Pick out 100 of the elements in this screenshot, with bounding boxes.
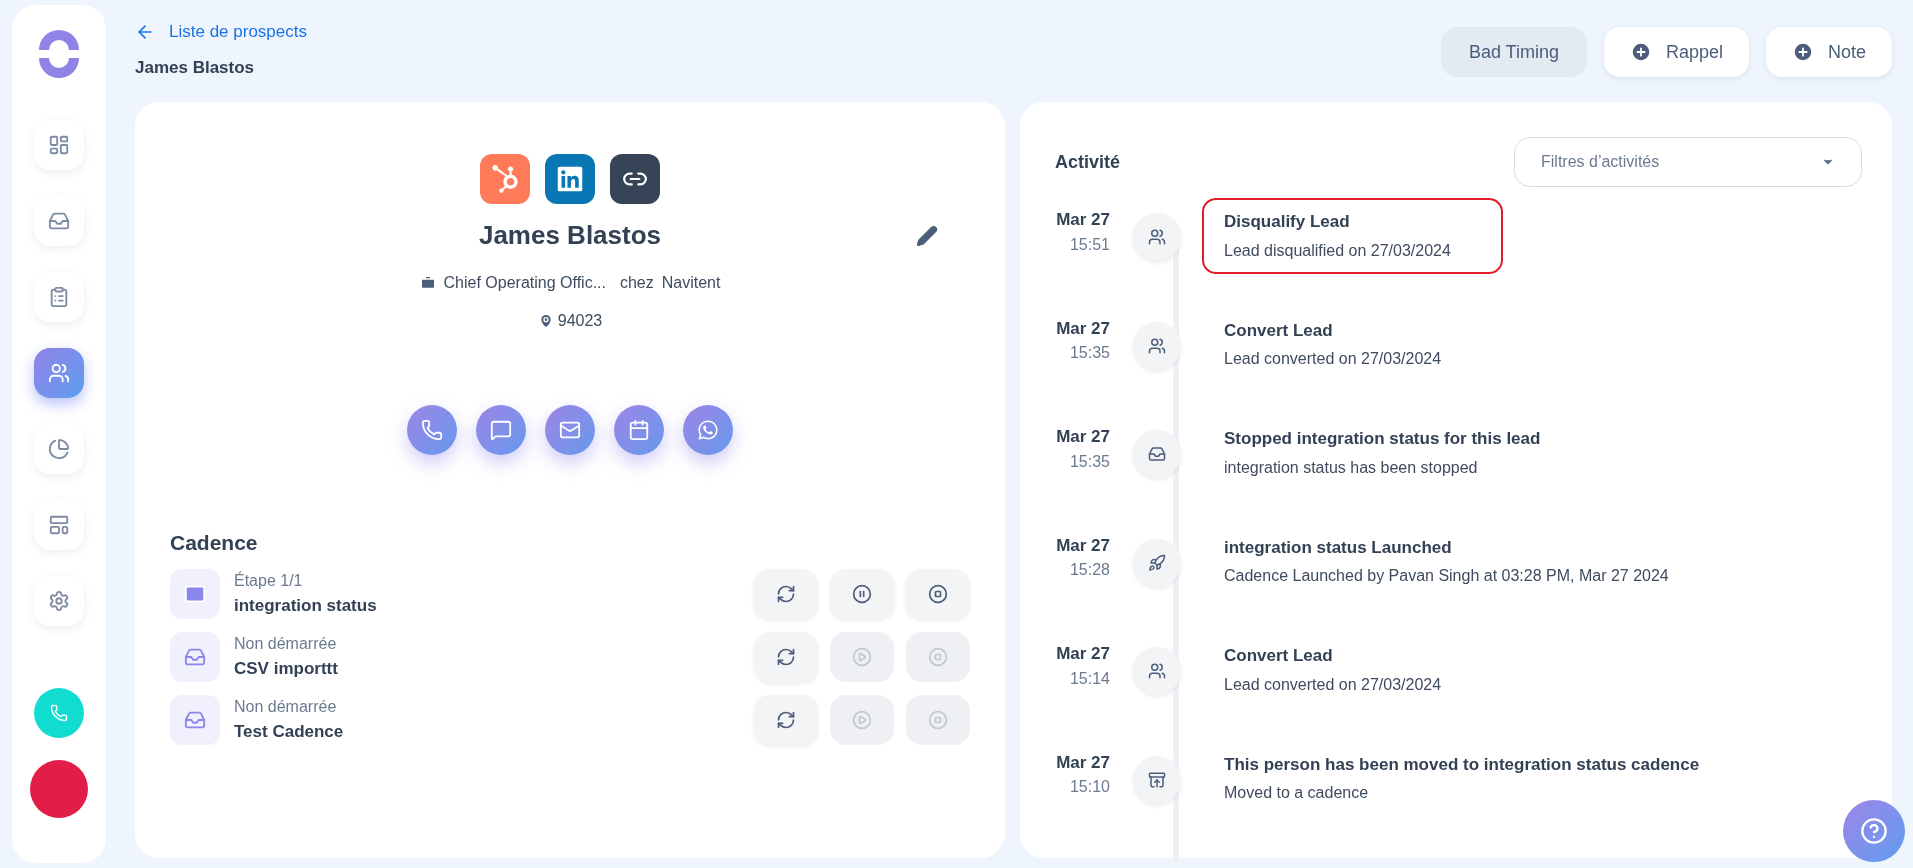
company-name: Navitent — [661, 273, 721, 293]
activity-title: This person has been moved to integration status cadence — [1224, 753, 1700, 776]
sidebar-item[interactable] — [34, 424, 84, 474]
edit-icon — [916, 224, 938, 247]
activity-title: integration status Launched — [1224, 536, 1453, 559]
stop-icon — [928, 583, 948, 604]
add-button[interactable]: Rappel — [1603, 27, 1749, 77]
cadence-control-button[interactable] — [754, 694, 818, 745]
pause-icon — [852, 583, 872, 604]
sidebar-item[interactable] — [34, 348, 84, 398]
settings-icon — [48, 590, 70, 612]
cadence-heading: Cadence — [170, 530, 259, 556]
chat-icon — [490, 419, 512, 441]
cadence-name: CSV importtt — [234, 657, 339, 680]
calendar-icon — [628, 419, 650, 441]
activity-date: Mar 27 — [1056, 643, 1110, 665]
sidebar-item[interactable] — [34, 500, 84, 550]
job-title: Chief Operating Offic... — [443, 273, 606, 293]
activity-detail: Moved to a cadence — [1224, 783, 1370, 803]
activity-detail: Cadence Launched by Pavan Singh at 03:28 PM, Mar 27 2024 — [1224, 566, 1669, 586]
linkedin-icon — [556, 165, 584, 193]
activity-detail: Lead converted on 27/03/2024 — [1224, 349, 1442, 369]
activity-title: Disqualify Lead — [1224, 211, 1351, 233]
activity-time: 15:28 — [1069, 560, 1110, 580]
activity-date: Mar 27 — [1056, 426, 1110, 448]
phone-button[interactable] — [34, 688, 84, 738]
location: 94023 — [557, 311, 603, 331]
help-icon — [1860, 817, 1888, 845]
page-title: James Blastos — [135, 56, 256, 79]
cadence-control-button[interactable] — [754, 631, 818, 682]
contact-action-button[interactable] — [614, 405, 664, 455]
people-icon — [1148, 336, 1166, 355]
cadence-status: Étape 1/1 — [234, 570, 304, 591]
activity-heading: Activité — [1055, 150, 1121, 174]
activity-date: Mar 27 — [1056, 751, 1110, 774]
bad-timing-button[interactable]: Bad Timing — [1440, 27, 1587, 77]
activity-detail: integration status has been stopped — [1224, 457, 1479, 478]
pie-chart-icon — [48, 438, 70, 460]
cadence-control-button[interactable] — [830, 568, 894, 619]
activity-time: 15:35 — [1069, 343, 1110, 363]
hubspot-button[interactable] — [480, 154, 530, 204]
contact-action-button[interactable] — [476, 405, 526, 455]
sidebar-item[interactable] — [34, 576, 84, 626]
activity-date: Mar 27 — [1056, 534, 1110, 557]
activity-date: Mar 27 — [1056, 209, 1110, 231]
activity-title: Convert Lead — [1224, 645, 1334, 667]
sidebar-item[interactable] — [34, 120, 84, 170]
contact-action-button[interactable] — [683, 405, 733, 455]
whatsapp-icon — [697, 419, 719, 441]
tray-icon — [48, 210, 70, 232]
dashboard-icon — [48, 134, 70, 156]
people-icon — [1148, 662, 1166, 680]
box-arrow-icon — [1148, 770, 1166, 789]
add-button[interactable]: Note — [1765, 27, 1892, 77]
cadence-control-button[interactable] — [754, 568, 818, 619]
contact-name: James Blastos — [478, 219, 662, 252]
clipboard-icon — [48, 286, 70, 308]
sidebar-item[interactable] — [34, 196, 84, 246]
activity-title: Stopped integration status for this lead — [1224, 428, 1541, 450]
stop-icon — [928, 646, 948, 667]
plus-icon — [1791, 41, 1814, 63]
cadence-status: Non démarrée — [234, 696, 338, 717]
activity-time: 15:14 — [1069, 668, 1110, 689]
cadence-control-button[interactable] — [906, 568, 970, 619]
cadence-name: integration status — [234, 594, 378, 617]
layout-icon — [48, 514, 70, 536]
company-prefix: chez — [619, 273, 654, 293]
contact-action-button[interactable] — [545, 405, 595, 455]
back-link[interactable]: Liste de prospects — [135, 19, 307, 45]
stop-icon — [928, 709, 948, 730]
cadence-name: Test Cadence — [234, 720, 345, 743]
activity-filter-dropdown[interactable]: Filtres d’activités — [1514, 137, 1862, 187]
tray-icon — [1148, 445, 1166, 463]
plus-icon — [1629, 41, 1652, 63]
edit-button[interactable] — [916, 224, 938, 247]
sidebar-item[interactable] — [34, 272, 84, 322]
activity-time: 15:51 — [1069, 234, 1110, 255]
activity-date: Mar 27 — [1056, 317, 1110, 340]
phone-icon — [421, 419, 443, 441]
phone-icon — [50, 704, 68, 722]
activity-title: Convert Lead — [1224, 319, 1334, 342]
rocket-icon — [1148, 553, 1166, 572]
cadence-status: Non démarrée — [234, 633, 338, 654]
hubspot-icon — [491, 165, 519, 193]
avatar[interactable] — [30, 760, 88, 818]
activity-detail: Lead converted on 27/03/2024 — [1224, 674, 1442, 695]
activity-time: 15:10 — [1069, 777, 1110, 797]
play-icon — [852, 709, 872, 730]
briefcase-icon — [419, 275, 436, 291]
refresh-icon — [776, 709, 796, 730]
refresh-icon — [776, 646, 796, 667]
refresh-icon — [776, 583, 796, 604]
play-icon — [852, 646, 872, 667]
activity-time: 15:35 — [1069, 451, 1110, 472]
activity-detail: Lead disqualified on 27/03/2024 — [1224, 240, 1451, 261]
link-button[interactable] — [610, 154, 660, 204]
people-icon — [1148, 228, 1166, 246]
people-icon — [48, 362, 70, 384]
linkedin-button[interactable] — [545, 154, 595, 204]
contact-action-button[interactable] — [407, 405, 457, 455]
